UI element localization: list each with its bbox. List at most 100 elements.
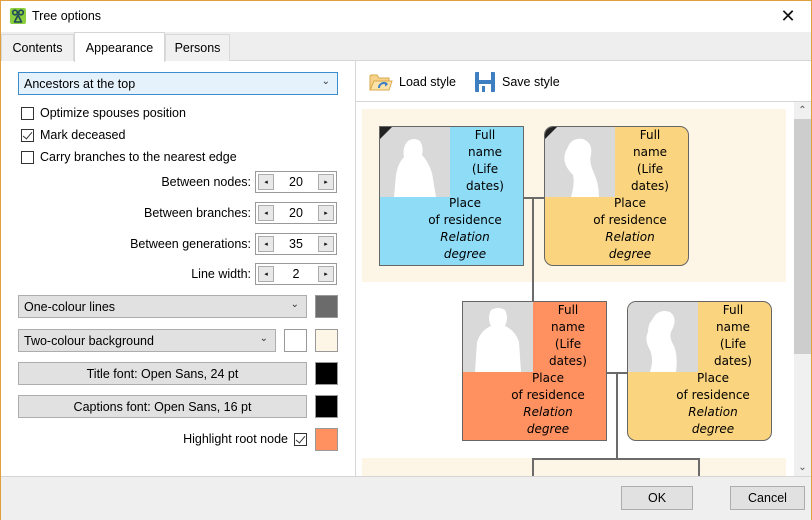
line-width-spinner[interactable]: ◂ 2 ▸ [255, 263, 337, 285]
tab-contents-label: Contents [12, 41, 63, 55]
mark-deceased-checkbox[interactable] [21, 128, 34, 142]
save-style-label: Save style [502, 75, 560, 89]
load-style-button[interactable]: Load style [369, 71, 456, 93]
close-button[interactable]: ✕ [765, 1, 811, 31]
tab-contents[interactable]: Contents [1, 34, 74, 61]
between-generations-label: Between generations: [130, 237, 251, 251]
window-title: Tree options [32, 9, 102, 23]
node-caption: Full name (Life dates) Place of residence Rela… [511, 303, 587, 436]
between-generations-value[interactable]: 35 [276, 237, 316, 251]
load-style-label: Load style [399, 75, 456, 89]
increment-button[interactable]: ▸ [318, 236, 334, 252]
scroll-up-button[interactable]: ⌃ [794, 102, 811, 119]
line-width-label: Line width: [191, 267, 251, 281]
scroll-thumb[interactable] [794, 119, 811, 354]
lines-style-select[interactable]: One-colour lines ⌄ [18, 295, 307, 318]
tree-preview-canvas: Full name (Life dates) Place of residence Rela… [360, 102, 788, 476]
tab-persons-label: Persons [174, 41, 221, 55]
chevron-up-icon: ⌃ [798, 105, 807, 116]
cancel-button[interactable]: Cancel [730, 486, 805, 510]
deceased-mark-icon [545, 127, 557, 139]
title-font-label: Title font: Open Sans, 24 pt [86, 366, 239, 381]
captions-font-color-swatch[interactable] [315, 395, 338, 418]
decrement-button[interactable]: ◂ [258, 205, 274, 221]
node-caption: Full name (Life dates) Place of residence Rela… [428, 128, 504, 261]
carry-branches-checkbox-row[interactable]: Carry branches to the nearest edge [21, 148, 237, 166]
tab-appearance[interactable]: Appearance [74, 32, 165, 62]
chevron-down-icon: ⌄ [259, 333, 268, 344]
female-silhouette-icon [646, 311, 677, 372]
node-caption: Full name (Life dates) Place of residence Rela… [676, 303, 752, 436]
highlight-root-label: Highlight root node [183, 432, 288, 446]
carry-branches-checkbox[interactable] [21, 150, 34, 164]
connector-line [532, 197, 534, 302]
carry-branches-label: Carry branches to the nearest edge [40, 150, 237, 164]
person-node-spouse[interactable]: Full name (Life dates) Place of residence Rela… [627, 301, 772, 441]
line-color-swatch[interactable] [315, 295, 338, 318]
increment-button[interactable]: ▸ [318, 174, 334, 190]
decrement-button[interactable]: ◂ [258, 174, 274, 190]
close-icon: ✕ [780, 5, 796, 26]
female-silhouette [628, 302, 698, 372]
captions-font-label: Captions font: Open Sans, 16 pt [73, 399, 252, 414]
title-bar: Tree options ✕ [1, 1, 811, 32]
dialog-footer: OK Cancel [1, 476, 811, 520]
style-preview-panel: Load style Save style Full name (Life da… [355, 61, 811, 476]
title-font-color-swatch[interactable] [315, 362, 338, 385]
between-branches-value[interactable]: 20 [276, 206, 316, 220]
background-style-value: Two-colour background [24, 333, 154, 348]
mark-deceased-checkbox-row[interactable]: Mark deceased [21, 126, 125, 144]
increment-button[interactable]: ▸ [318, 266, 334, 282]
layout-select[interactable]: Ancestors at the top ⌄ [18, 72, 338, 95]
connector-line [532, 458, 534, 476]
optimize-spouses-label: Optimize spouses position [40, 106, 186, 120]
decrement-button[interactable]: ◂ [258, 266, 274, 282]
decrement-button[interactable]: ◂ [258, 236, 274, 252]
folder-open-icon [369, 74, 393, 91]
scroll-down-button[interactable]: ⌄ [794, 459, 811, 476]
between-branches-spinner[interactable]: ◂ 20 ▸ [255, 202, 337, 224]
between-generations-spinner[interactable]: ◂ 35 ▸ [255, 233, 337, 255]
ok-label: OK [647, 491, 667, 505]
layout-select-value: Ancestors at the top [24, 76, 136, 91]
person-node-father[interactable]: Full name (Life dates) Place of residence Rela… [379, 126, 524, 266]
chevron-down-icon: ⌄ [321, 76, 330, 87]
between-nodes-value[interactable]: 20 [276, 175, 316, 189]
cancel-label: Cancel [748, 491, 787, 505]
save-style-button[interactable]: Save style [474, 71, 560, 93]
optimize-spouses-checkbox[interactable] [21, 106, 34, 120]
increment-button[interactable]: ▸ [318, 205, 334, 221]
male-silhouette-icon [475, 308, 521, 372]
highlight-root-color-swatch[interactable] [315, 428, 338, 451]
optimize-spouses-checkbox-row[interactable]: Optimize spouses position [21, 104, 186, 122]
background-style-select[interactable]: Two-colour background ⌄ [18, 329, 276, 352]
between-nodes-label: Between nodes: [161, 175, 251, 189]
ok-button[interactable]: OK [621, 486, 693, 510]
chevron-down-icon: ⌄ [290, 299, 299, 310]
background-color-1-swatch[interactable] [284, 329, 307, 352]
node-caption: Full name (Life dates) Place of residence Rela… [593, 128, 669, 261]
tab-strip: Contents Appearance Persons [1, 32, 811, 62]
connector-line [532, 458, 700, 460]
between-nodes-spinner[interactable]: ◂ 20 ▸ [255, 171, 337, 193]
vertical-scrollbar[interactable]: ⌃ ⌄ [794, 102, 811, 476]
floppy-disk-icon [475, 72, 495, 92]
lines-style-value: One-colour lines [24, 299, 116, 314]
title-font-button[interactable]: Title font: Open Sans, 24 pt [18, 362, 307, 385]
tree-app-icon [10, 8, 26, 24]
connector-line [698, 458, 700, 476]
line-width-value[interactable]: 2 [276, 267, 316, 281]
captions-font-button[interactable]: Captions font: Open Sans, 16 pt [18, 395, 307, 418]
appearance-settings-panel: Ancestors at the top ⌄ Optimize spouses … [1, 61, 355, 476]
male-silhouette [463, 302, 533, 372]
person-node-mother[interactable]: Full name (Life dates) Place of residence Rela… [544, 126, 689, 266]
deceased-mark-icon [380, 127, 392, 139]
highlight-root-checkbox[interactable] [294, 433, 307, 446]
tab-persons[interactable]: Persons [165, 34, 230, 61]
connector-line [524, 197, 544, 199]
background-color-2-swatch[interactable] [315, 329, 338, 352]
connector-line [616, 372, 618, 459]
between-branches-label: Between branches: [143, 206, 251, 220]
person-node-root[interactable]: Full name (Life dates) Place of residence Rela… [462, 301, 607, 441]
tab-appearance-label: Appearance [85, 40, 154, 55]
